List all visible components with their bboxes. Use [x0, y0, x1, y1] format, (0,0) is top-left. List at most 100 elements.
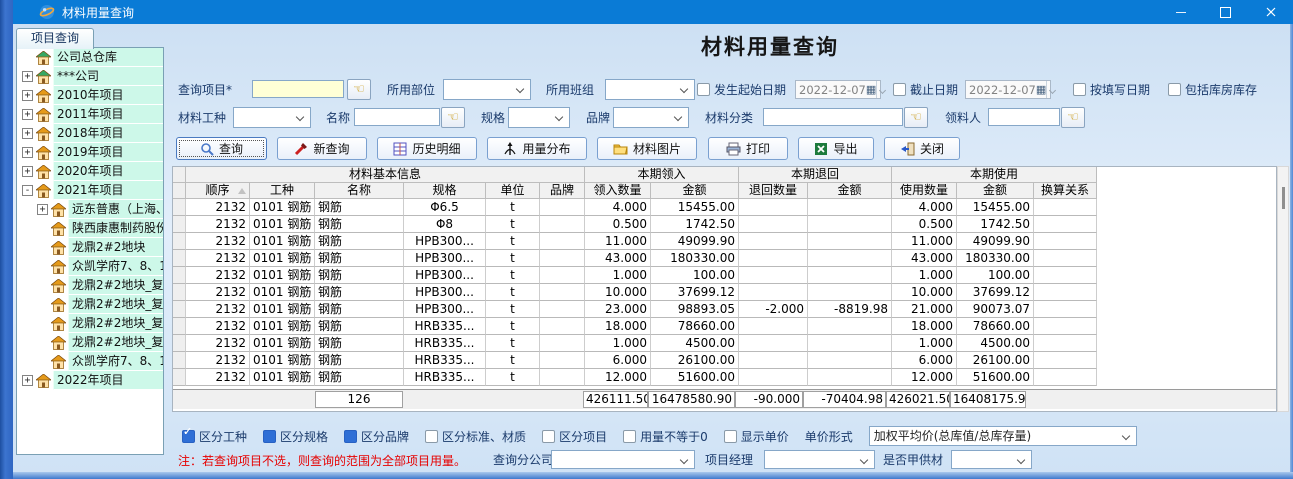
column-returned-qty[interactable]: 退回数量 — [739, 183, 808, 199]
tree-expander[interactable]: + — [22, 147, 33, 158]
column-used-amount[interactable]: 金额 — [957, 183, 1034, 199]
print-button[interactable]: 打印 — [708, 137, 788, 160]
tree-item[interactable]: + 2022年项目 — [17, 371, 163, 390]
end-date-checkbox[interactable] — [893, 83, 906, 96]
tree-expander[interactable]: + — [22, 71, 33, 82]
table-row[interactable]: 2132 0101 钢筋 钢筋 HPB300... t 43.000 18033… — [173, 250, 1276, 267]
table-row[interactable]: 2132 0101 钢筋 钢筋 HRB335... t 12.000 51600… — [173, 369, 1276, 386]
maximize-button[interactable] — [1203, 0, 1248, 24]
end-date-field[interactable]: 2022-12-07 ▦ — [965, 80, 1051, 99]
column-conversion[interactable]: 换算关系 — [1034, 183, 1097, 199]
filter-checkbox[interactable] — [344, 430, 357, 443]
column-order[interactable]: 顺序 — [186, 183, 250, 199]
table-row[interactable]: 2132 0101 钢筋 钢筋 HRB335... t 6.000 26100.… — [173, 352, 1276, 369]
material-category-input[interactable] — [763, 108, 903, 126]
table-row[interactable]: 2132 0101 钢筋 钢筋 HPB300... t 10.000 37699… — [173, 284, 1276, 301]
column-received-qty[interactable]: 领入数量 — [585, 183, 651, 199]
used-team-select[interactable] — [605, 79, 695, 100]
tree-item[interactable]: 龙鼎2#2地块_复制 — [17, 276, 163, 295]
minimize-button[interactable] — [1158, 0, 1203, 24]
column-trade[interactable]: 工种 — [250, 183, 315, 199]
filter-option[interactable]: 用量不等于0 — [623, 428, 708, 445]
column-received-amount[interactable]: 金额 — [651, 183, 739, 199]
project-manager-select[interactable] — [764, 450, 875, 469]
tree-expander[interactable]: + — [22, 128, 33, 139]
tab-project-query[interactable]: 项目查询 — [16, 28, 94, 49]
close-form-button[interactable]: 关闭 — [884, 137, 960, 160]
tree-item[interactable]: 龙鼎2#2地块_复制 — [17, 333, 163, 352]
name-input[interactable] — [354, 108, 440, 126]
new-query-button[interactable]: 新查询 — [277, 137, 367, 160]
table-row[interactable]: 2132 0101 钢筋 钢筋 HPB300... t 11.000 49099… — [173, 233, 1276, 250]
tree-expander[interactable]: + — [37, 204, 48, 215]
tree-expander[interactable]: + — [22, 166, 33, 177]
filter-checkbox[interactable] — [542, 430, 555, 443]
tree-item[interactable]: + 2010年项目 — [17, 86, 163, 105]
tree-item[interactable]: 龙鼎2#2地块_复制 — [17, 295, 163, 314]
column-returned-amount[interactable]: 金额 — [808, 183, 892, 199]
table-row[interactable]: 2132 0101 钢筋 钢筋 HPB300... t 1.000 100.00… — [173, 267, 1276, 284]
tree-item[interactable]: + 2019年项目 — [17, 143, 163, 162]
category-picker-button[interactable]: ☜ — [904, 107, 928, 128]
table-row[interactable]: 2132 0101 钢筋 钢筋 HRB335... t 1.000 4500.0… — [173, 335, 1276, 352]
name-picker-button[interactable]: ☜ — [441, 107, 465, 128]
column-spec[interactable]: 规格 — [404, 183, 486, 199]
start-date-field[interactable]: 2022-12-07 ▦ — [795, 80, 881, 99]
tree-item[interactable]: + 远东普惠（上海、 — [17, 200, 163, 219]
column-name[interactable]: 名称 — [315, 183, 404, 199]
tree-item[interactable]: 龙鼎2#2地块 — [17, 238, 163, 257]
column-unit[interactable]: 单位 — [486, 183, 540, 199]
filter-option[interactable]: 区分规格 — [263, 428, 328, 445]
date-dropdown-icon[interactable] — [876, 81, 880, 98]
filter-checkbox[interactable] — [263, 430, 276, 443]
material-trade-select[interactable] — [233, 107, 311, 128]
filter-checkbox[interactable] — [724, 430, 737, 443]
column-brand[interactable]: 品牌 — [540, 183, 585, 199]
tree-item[interactable]: + ***公司 — [17, 67, 163, 86]
column-used-qty[interactable]: 使用数量 — [892, 183, 957, 199]
branch-select[interactable] — [551, 450, 695, 469]
picker-person-picker-button[interactable]: ☜ — [1061, 107, 1085, 128]
tree-expander[interactable]: + — [22, 90, 33, 101]
table-row[interactable]: 2132 0101 钢筋 钢筋 HRB335... t 18.000 78660… — [173, 318, 1276, 335]
table-row[interactable]: 2132 0101 钢筋 钢筋 Φ8 t 0.500 1742.50 0.500… — [173, 216, 1276, 233]
tree-expander[interactable]: - — [22, 185, 33, 196]
scrollbar-thumb[interactable] — [1282, 187, 1285, 209]
query-button[interactable]: 查询 — [176, 137, 267, 160]
tree-item[interactable]: + 2018年项目 — [17, 124, 163, 143]
start-date-checkbox[interactable] — [697, 83, 710, 96]
history-detail-button[interactable]: 历史明细 — [377, 137, 477, 160]
export-button[interactable]: 导出 — [798, 137, 874, 160]
by-fill-date-checkbox[interactable] — [1073, 83, 1086, 96]
filter-checkbox[interactable] — [425, 430, 438, 443]
filter-checkbox[interactable] — [623, 430, 636, 443]
spec-select[interactable] — [508, 107, 570, 128]
date-dropdown-icon[interactable] — [1046, 81, 1050, 98]
tree-item[interactable]: - 2021年项目 — [17, 181, 163, 200]
include-warehouse-checkbox[interactable] — [1168, 83, 1181, 96]
vertical-scrollbar[interactable] — [1277, 166, 1289, 412]
used-part-select[interactable] — [443, 79, 531, 100]
tree-item[interactable]: 众凯学府7、8、10 — [17, 352, 163, 371]
picker-person-input[interactable] — [988, 108, 1060, 126]
filter-option[interactable]: 区分品牌 — [344, 428, 409, 445]
tree-expander[interactable]: + — [22, 109, 33, 120]
tree-item[interactable]: 陕西康惠制药股份 — [17, 219, 163, 238]
filter-option[interactable]: 区分标准、材质 — [425, 428, 526, 445]
tree-item[interactable]: + 2020年项目 — [17, 162, 163, 181]
tree-item[interactable]: 众凯学府7、8、10 — [17, 257, 163, 276]
filter-option[interactable]: 显示单价 — [724, 428, 789, 445]
table-row[interactable]: 2132 0101 钢筋 钢筋 HPB300... t 23.000 98893… — [173, 301, 1276, 318]
filter-option[interactable]: 区分项目 — [542, 428, 607, 445]
query-project-input[interactable] — [252, 80, 344, 98]
table-row[interactable]: 2132 0101 钢筋 钢筋 Φ6.5 t 4.000 15455.00 4.… — [173, 199, 1276, 216]
tree-expander[interactable]: + — [22, 375, 33, 386]
project-picker-button[interactable]: ☜ — [347, 79, 371, 100]
tree-item[interactable]: 龙鼎2#2地块_复制 — [17, 314, 163, 333]
brand-select[interactable] — [613, 107, 689, 128]
close-button[interactable] — [1248, 0, 1293, 24]
tree-item[interactable]: 公司总仓库 — [17, 48, 163, 67]
usage-distribution-button[interactable]: 用量分布 — [487, 137, 587, 160]
owner-supplied-select[interactable] — [951, 450, 1032, 469]
tree-item[interactable]: + 2011年项目 — [17, 105, 163, 124]
